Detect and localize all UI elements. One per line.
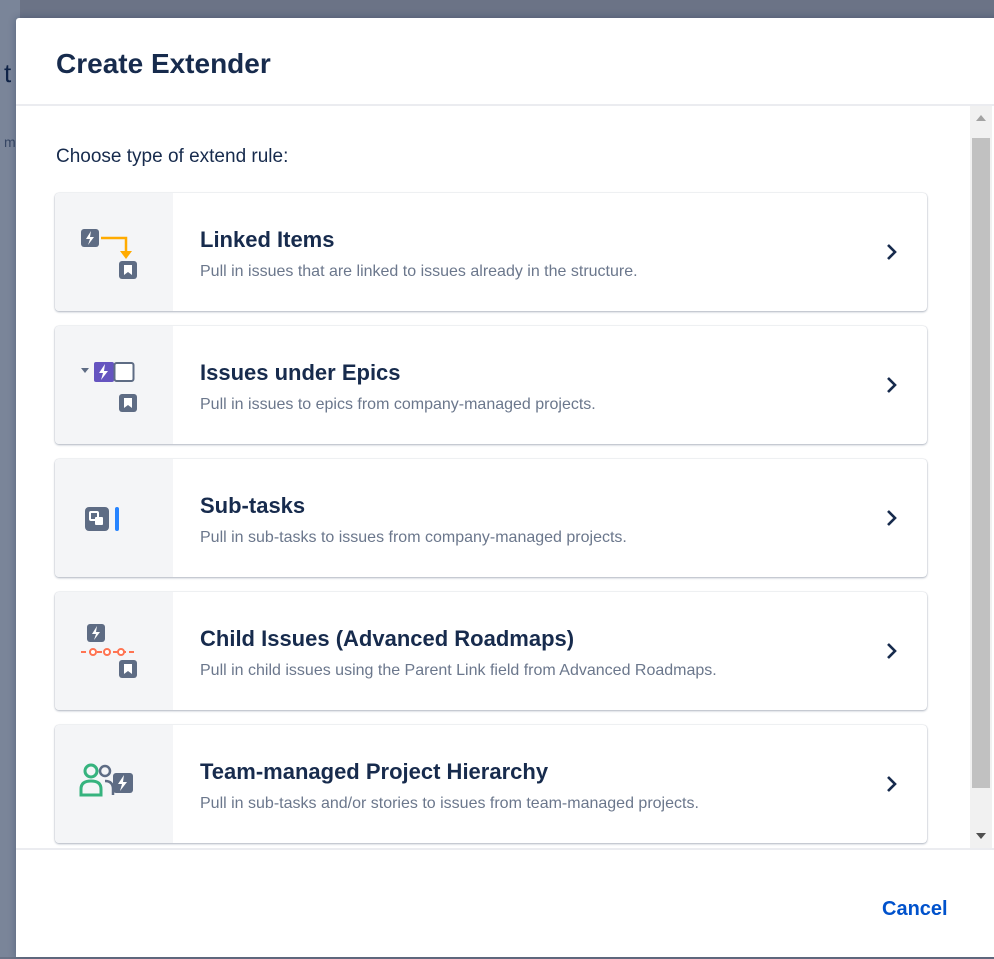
- option-title: Issues under Epics: [200, 360, 401, 385]
- chevron-right-icon: [887, 776, 897, 792]
- intro-text: Choose type of extend rule:: [56, 146, 289, 167]
- option-icon-area: [55, 592, 173, 710]
- option-sub-tasks[interactable]: Sub-tasks Pull in sub-tasks to issues fr…: [55, 459, 927, 577]
- option-description: Pull in child issues using the Parent Li…: [200, 662, 717, 679]
- chevron-right-icon: [887, 244, 897, 260]
- scroll-up-arrow-icon[interactable]: [970, 106, 992, 130]
- option-icon-area: [55, 459, 173, 577]
- option-title: Team-managed Project Hierarchy: [200, 759, 549, 784]
- chevron-right-icon: [887, 643, 897, 659]
- option-title: Linked Items: [200, 227, 335, 252]
- option-icon-area: [55, 326, 173, 444]
- scrollbar[interactable]: [970, 106, 992, 848]
- option-child-issues[interactable]: Child Issues (Advanced Roadmaps) Pull in…: [55, 592, 927, 710]
- subtasks-icon: [85, 507, 119, 531]
- scrollbar-thumb[interactable]: [972, 138, 990, 788]
- option-icon-area: [55, 725, 173, 843]
- option-description: Pull in issues that are linked to issues…: [200, 263, 638, 280]
- scroll-down-arrow-icon[interactable]: [970, 824, 992, 848]
- chevron-right-icon: [887, 377, 897, 393]
- dialog-footer: Cancel: [16, 848, 994, 959]
- epic-issues-icon: [81, 362, 137, 412]
- option-description: Pull in sub-tasks to issues from company…: [200, 529, 627, 546]
- chevron-right-icon: [887, 510, 897, 526]
- linked-items-icon: [81, 229, 137, 279]
- child-issues-icon: [81, 624, 137, 678]
- option-title: Child Issues (Advanced Roadmaps): [200, 626, 575, 651]
- option-linked-items[interactable]: Linked Items Pull in issues that are lin…: [55, 193, 927, 311]
- team-hierarchy-icon: [79, 763, 133, 797]
- dialog-title: Create Extender: [56, 48, 271, 79]
- dialog-body: Choose type of extend rule: Linked Items…: [16, 106, 970, 848]
- create-extender-dialog: Create Extender Choose type of extend ru…: [16, 18, 994, 957]
- option-title: Sub-tasks: [200, 493, 306, 518]
- option-team-managed-hierarchy[interactable]: Team-managed Project Hierarchy Pull in s…: [55, 725, 927, 843]
- option-description: Pull in sub-tasks and/or stories to issu…: [200, 795, 699, 812]
- option-icon-area: [55, 193, 173, 311]
- option-issues-under-epics[interactable]: Issues under Epics Pull in issues to epi…: [55, 326, 927, 444]
- cancel-button[interactable]: Cancel: [876, 894, 954, 925]
- option-description: Pull in issues to epics from company-man…: [200, 396, 596, 413]
- dialog-header: Create Extender: [16, 18, 994, 106]
